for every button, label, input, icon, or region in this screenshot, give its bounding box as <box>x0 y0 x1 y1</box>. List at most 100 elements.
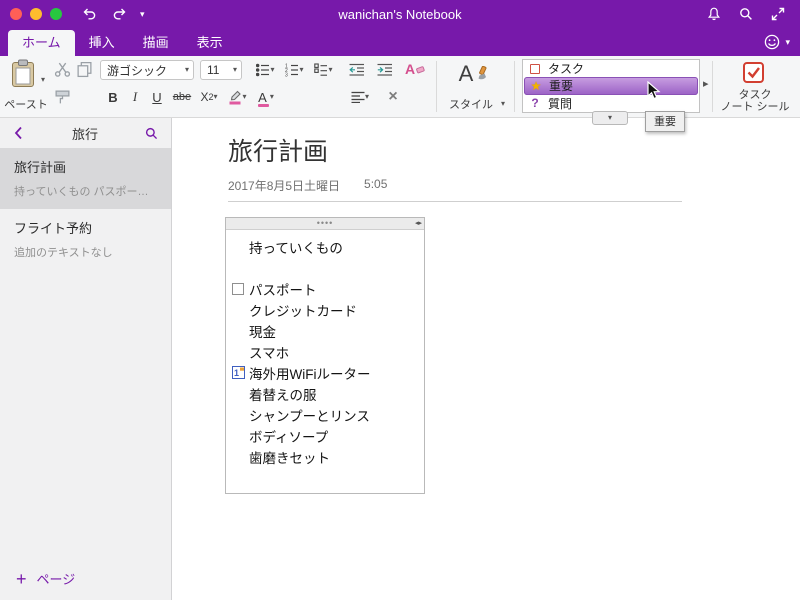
resize-arrows-icon[interactable]: ◂▸ <box>415 218 422 230</box>
question-mark-icon: ? <box>531 96 539 111</box>
tab-draw[interactable]: 描画 <box>129 30 183 56</box>
note-line[interactable]: 歯磨きセット <box>226 446 424 467</box>
tag-item-question[interactable]: ? 質問 <box>523 95 699 112</box>
page-list-item-selected[interactable]: 旅行計画 持っていくもの パスポー… <box>0 148 171 209</box>
priority-1-flag-icon[interactable]: 1 <box>231 366 245 379</box>
font-color-chevron-icon: ▾ <box>269 92 274 101</box>
note-line[interactable]: スマホ <box>226 341 424 362</box>
fullscreen-expand-icon[interactable] <box>770 6 786 22</box>
note-line[interactable]: 現金 <box>226 320 424 341</box>
increase-indent-button[interactable] <box>373 60 397 80</box>
search-icon[interactable] <box>738 6 754 22</box>
note-line-text[interactable]: 海外用WiFiルーター <box>249 363 371 383</box>
undo-icon[interactable] <box>82 6 98 22</box>
back-chevron-icon[interactable] <box>12 125 26 141</box>
paste-button[interactable] <box>10 59 36 89</box>
tag-item-important[interactable]: ★ 重要 <box>524 77 698 95</box>
task-note-seal-button[interactable] <box>742 60 766 84</box>
add-page-button[interactable]: + ページ <box>16 569 75 588</box>
smiley-chevron-icon: ▾ <box>785 36 790 47</box>
ribbon-separator <box>436 61 437 112</box>
tag-gallery: タスク ★ 重要 ? 質問 <box>522 59 700 113</box>
note-line[interactable]: 持っていくもの <box>226 236 424 257</box>
page-list-item[interactable]: フライト予約 追加のテキストなし <box>0 209 171 270</box>
note-line-text[interactable]: パスポート <box>249 279 317 299</box>
highlighter-icon <box>229 90 242 105</box>
page-date-row: 2017年8月5日土曜日 5:05 <box>228 177 682 202</box>
strikethrough-label: abe <box>172 91 192 103</box>
tab-home[interactable]: ホーム <box>8 30 75 56</box>
todo-checkbox[interactable] <box>232 282 244 295</box>
align-left-icon <box>351 91 365 103</box>
ribbon-tab-bar: ホーム 挿入 描画 表示 ▾ <box>0 28 800 56</box>
note-line-text[interactable]: 着替えの服 <box>249 384 317 404</box>
font-size-select[interactable]: 11 ▾ <box>200 60 242 80</box>
clear-formatting-button[interactable]: A <box>403 59 427 79</box>
note-line[interactable]: パスポート <box>226 278 424 299</box>
notifications-bell-icon[interactable] <box>706 6 722 22</box>
tag-gallery-dropdown-button[interactable]: ▾ <box>592 111 628 125</box>
feedback-smiley-button[interactable]: ▾ <box>763 33 790 51</box>
styles-button[interactable]: A <box>446 58 502 90</box>
bullet-list-chevron-icon: ▾ <box>270 65 275 74</box>
italic-button[interactable]: I <box>125 87 145 107</box>
note-line-text[interactable]: 持っていくもの <box>249 237 343 257</box>
section-title: 旅行 <box>71 126 98 142</box>
note-line-text[interactable]: スマホ <box>249 342 289 362</box>
page-canvas[interactable]: 旅行計画 2017年8月5日土曜日 5:05 •••• ◂▸ 持っていくもの パ… <box>172 118 800 600</box>
delete-button[interactable]: × <box>383 87 403 107</box>
grip-dots-icon: •••• <box>316 218 334 228</box>
redo-icon[interactable] <box>111 6 127 22</box>
subscript-button[interactable]: X2 ▾ <box>197 87 221 107</box>
note-line[interactable]: クレジットカード <box>226 299 424 320</box>
note-line-blank[interactable] <box>226 257 424 278</box>
note-line-text[interactable]: 現金 <box>249 321 276 341</box>
format-painter-icon[interactable] <box>54 89 71 106</box>
tag-gallery-scroll-right-icon[interactable]: ▸ <box>703 77 709 90</box>
sidebar-search-icon[interactable] <box>144 126 159 141</box>
checklist-button[interactable]: ▾ <box>310 60 337 80</box>
note-line-text[interactable]: ボディソープ <box>249 426 328 446</box>
font-name-select[interactable]: 游ゴシック ▾ <box>100 60 194 80</box>
bold-button[interactable]: B <box>103 87 123 107</box>
tab-view[interactable]: 表示 <box>183 30 237 56</box>
decrease-indent-button[interactable] <box>345 60 369 80</box>
numbered-list-button[interactable]: 1 2 3 ▾ <box>281 60 308 80</box>
add-page-label: ページ <box>36 572 76 587</box>
star-icon: ★ <box>530 78 542 93</box>
note-line[interactable]: 着替えの服 <box>226 383 424 404</box>
decrease-indent-icon <box>349 63 364 76</box>
highlight-color-button[interactable]: ▾ <box>224 87 251 107</box>
bullet-list-button[interactable]: ▾ <box>252 60 279 80</box>
tag-item-task[interactable]: タスク <box>523 60 699 77</box>
note-line[interactable]: シャンプーとリンス <box>226 404 424 425</box>
note-line[interactable]: ボディソープ <box>226 425 424 446</box>
paste-menu-chevron-icon[interactable]: ▾ <box>41 76 45 84</box>
tag-label: タスク <box>548 62 585 77</box>
note-line-text[interactable]: クレジットカード <box>249 300 357 320</box>
minimize-window-button[interactable] <box>30 8 42 20</box>
page-title[interactable]: 旅行計画 <box>228 132 800 168</box>
note-line-text[interactable]: 歯磨きセット <box>249 447 330 467</box>
copy-icon[interactable] <box>76 61 93 78</box>
close-window-button[interactable] <box>10 8 22 20</box>
customize-toolbar-chevron-icon[interactable]: ▾ <box>140 9 145 19</box>
note-line[interactable]: 1 海外用WiFiルーター <box>226 362 424 383</box>
window-controls <box>10 8 62 20</box>
page-date[interactable]: 2017年8月5日土曜日 <box>228 177 340 194</box>
titlebar: ▾ wanichan's Notebook <box>0 0 800 28</box>
note-container-drag-handle[interactable]: •••• ◂▸ <box>226 218 424 230</box>
underline-button[interactable]: U <box>147 87 167 107</box>
styles-chevron-icon[interactable]: ▾ <box>501 100 505 108</box>
font-color-button[interactable]: A ▾ <box>253 87 279 107</box>
plus-icon: + <box>16 568 27 589</box>
tab-insert[interactable]: 挿入 <box>75 30 129 56</box>
page-time[interactable]: 5:05 <box>364 177 387 194</box>
page-item-subtitle: 持っていくもの パスポー… <box>14 186 149 198</box>
note-line-text[interactable]: シャンプーとリンス <box>249 405 370 425</box>
page-item-title: フライト予約 <box>14 221 93 236</box>
cut-scissors-icon[interactable] <box>54 61 71 78</box>
strikethrough-button[interactable]: abe <box>168 87 196 107</box>
paragraph-alignment-button[interactable]: ▾ <box>345 87 375 107</box>
zoom-window-button[interactable] <box>50 8 62 20</box>
